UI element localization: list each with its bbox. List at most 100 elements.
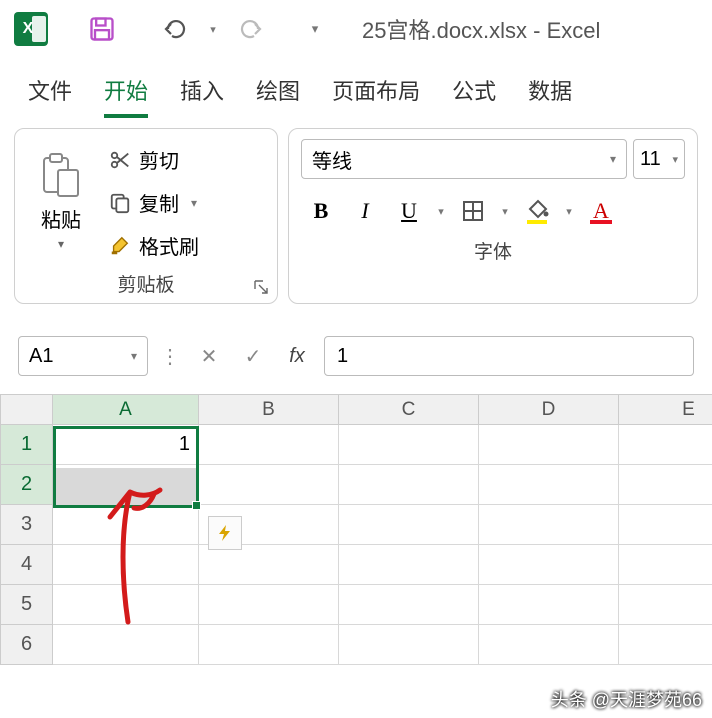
paste-icon (40, 152, 82, 200)
cell-E2[interactable] (619, 465, 712, 505)
undo-icon (162, 17, 190, 41)
cell-C2[interactable] (339, 465, 479, 505)
chevron-down-icon: ▾ (610, 152, 616, 166)
cell-A3[interactable] (53, 505, 199, 545)
paste-button[interactable]: 粘贴 ▾ (27, 139, 95, 264)
clipboard-dialog-launcher[interactable] (253, 279, 271, 297)
watermark: 头条 @天涯梦苑66 (551, 686, 702, 712)
check-icon: ✓ (245, 344, 262, 369)
bold-button[interactable]: B (301, 191, 341, 231)
autofill-options-button[interactable] (208, 516, 242, 550)
row-header-5[interactable]: 5 (1, 585, 53, 625)
cell-C1[interactable] (339, 425, 479, 465)
cell-E1[interactable] (619, 425, 712, 465)
chevron-down-icon: ▾ (672, 153, 678, 166)
cell-A6[interactable] (53, 625, 199, 665)
cell-A2[interactable]: 2 (53, 465, 199, 505)
group-font: 等线 ▾ 11 ▾ B I U ▾ ▾ ▾ A (288, 128, 698, 304)
cell-E6[interactable] (619, 625, 712, 665)
col-header-D[interactable]: D (479, 395, 619, 425)
group-clipboard: 粘贴 ▾ 剪切 复制 ▾ 格式刷 剪贴板 (14, 128, 278, 304)
save-icon (88, 15, 116, 43)
redo-icon (236, 17, 264, 41)
x-icon: ✕ (201, 344, 218, 369)
cell-B6[interactable] (199, 625, 339, 665)
font-size-select[interactable]: 11 ▾ (633, 139, 685, 179)
document-title: 25宫格.docx.xlsx - Excel (362, 13, 600, 45)
undo-button[interactable] (156, 9, 196, 49)
tab-page-layout[interactable]: 页面布局 (332, 74, 420, 118)
cancel-formula-button[interactable]: ✕ (192, 339, 226, 373)
tab-formulas[interactable]: 公式 (452, 74, 496, 118)
font-name-select[interactable]: 等线 ▾ (301, 139, 627, 179)
lightning-icon (215, 523, 235, 543)
name-box[interactable]: A1 ▾ (18, 336, 148, 376)
select-all-corner[interactable] (1, 395, 53, 425)
cell-C5[interactable] (339, 585, 479, 625)
col-header-A[interactable]: A (53, 395, 199, 425)
clipboard-group-title: 剪贴板 (27, 264, 265, 299)
cut-button[interactable]: 剪切 (103, 141, 205, 178)
scissors-icon (109, 149, 131, 171)
cell-D6[interactable] (479, 625, 619, 665)
cell-B2[interactable] (199, 465, 339, 505)
col-header-B[interactable]: B (199, 395, 339, 425)
cell-D1[interactable] (479, 425, 619, 465)
cell-B5[interactable] (199, 585, 339, 625)
tab-insert[interactable]: 插入 (180, 74, 224, 118)
row-header-1[interactable]: 1 (1, 425, 53, 465)
row-header-6[interactable]: 6 (1, 625, 53, 665)
cell-E5[interactable] (619, 585, 712, 625)
name-box-value: A1 (29, 345, 53, 368)
italic-button[interactable]: I (345, 191, 385, 231)
borders-button[interactable] (453, 191, 493, 231)
tab-file[interactable]: 文件 (28, 74, 72, 118)
borders-icon (461, 199, 485, 223)
qat-customize-dropdown[interactable]: ▾ (304, 9, 326, 49)
underline-button[interactable]: U (389, 191, 429, 231)
cell-D3[interactable] (479, 505, 619, 545)
cell-B4[interactable] (199, 545, 339, 585)
fill-color-dropdown[interactable]: ▾ (561, 191, 577, 231)
cell-B1[interactable] (199, 425, 339, 465)
formula-input[interactable]: 1 (324, 336, 694, 376)
row-header-4[interactable]: 4 (1, 545, 53, 585)
col-header-E[interactable]: E (619, 395, 712, 425)
copy-label: 复制 (139, 188, 179, 217)
cell-C6[interactable] (339, 625, 479, 665)
font-color-button[interactable]: A (581, 191, 621, 231)
title-bar: X ▾ ▾ 25宫格.docx.xlsx - Excel (0, 0, 712, 58)
cell-D5[interactable] (479, 585, 619, 625)
copy-button[interactable]: 复制 ▾ (103, 184, 205, 221)
cell-E4[interactable] (619, 545, 712, 585)
enter-formula-button[interactable]: ✓ (236, 339, 270, 373)
tab-home[interactable]: 开始 (104, 74, 148, 118)
cell-A4[interactable] (53, 545, 199, 585)
separator: ⋮ (158, 344, 182, 369)
cell-D4[interactable] (479, 545, 619, 585)
borders-dropdown[interactable]: ▾ (497, 191, 513, 231)
cell-C4[interactable] (339, 545, 479, 585)
tab-data[interactable]: 数据 (528, 74, 572, 118)
format-painter-button[interactable]: 格式刷 (103, 227, 205, 264)
undo-dropdown[interactable]: ▾ (204, 9, 222, 49)
row-header-2[interactable]: 2 (1, 465, 53, 505)
save-button[interactable] (82, 9, 122, 49)
ribbon-tabs: 文件 开始 插入 绘图 页面布局 公式 数据 (0, 58, 712, 118)
cell-E3[interactable] (619, 505, 712, 545)
cut-label: 剪切 (139, 145, 179, 174)
cell-A5[interactable] (53, 585, 199, 625)
cell-A1[interactable]: 1 (53, 425, 199, 465)
redo-button[interactable] (230, 9, 270, 49)
col-header-C[interactable]: C (339, 395, 479, 425)
insert-function-button[interactable]: fx (280, 339, 314, 373)
row-header-3[interactable]: 3 (1, 505, 53, 545)
chevron-down-icon: ▾ (131, 349, 137, 363)
cell-C3[interactable] (339, 505, 479, 545)
copy-icon (109, 192, 131, 214)
underline-dropdown[interactable]: ▾ (433, 191, 449, 231)
ribbon: 粘贴 ▾ 剪切 复制 ▾ 格式刷 剪贴板 (0, 118, 712, 308)
tab-draw[interactable]: 绘图 (256, 74, 300, 118)
fill-color-button[interactable] (517, 191, 557, 231)
cell-D2[interactable] (479, 465, 619, 505)
